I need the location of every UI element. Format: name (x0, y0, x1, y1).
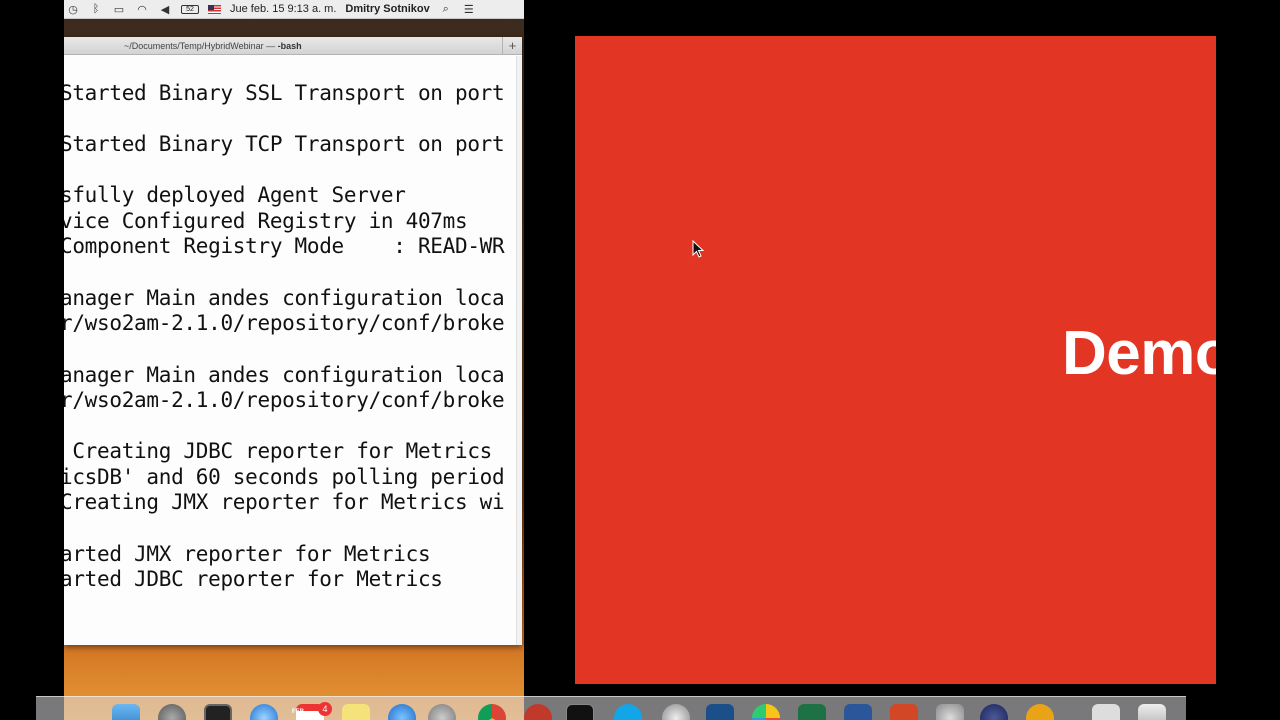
powerpoint-icon[interactable] (890, 704, 918, 720)
terminal-output[interactable]: Started Binary SSL Transport on port Sta… (64, 56, 516, 645)
finder-icon[interactable] (112, 704, 140, 720)
terminal-title: ~/Documents/Temp/HybridWebinar — -bash (124, 41, 302, 51)
menubar-user[interactable]: Dmitry Sotnikov (345, 3, 429, 15)
terminal-line: arted JDBC reporter for Metrics (64, 567, 443, 591)
terminal-line: Component Registry Mode : READ-WR (64, 234, 505, 258)
excel-icon[interactable] (798, 704, 826, 720)
documents-folder-icon[interactable] (1092, 704, 1120, 720)
terminal-line: vice Configured Registry in 407ms (64, 209, 468, 233)
slide-title: Demo (1062, 319, 1216, 388)
menu-bar: ◷ ᛒ ▭ ◠ ◀ 52 Jue feb. 15 9:13 a. m. Dmit… (64, 0, 524, 19)
terminal-line: sfully deployed Agent Server (64, 183, 406, 207)
preview-app-icon[interactable] (936, 704, 964, 720)
mouse-cursor-icon (692, 240, 704, 258)
display-icon[interactable]: ▭ (112, 2, 126, 16)
battery-icon[interactable]: 52 (181, 4, 199, 14)
terminal-line: Creating JMX reporter for Metrics wi (64, 490, 505, 514)
terminal-title-command: -bash (277, 41, 302, 51)
volume-icon[interactable]: ◀ (158, 2, 172, 16)
terminal-window[interactable]: ~/Documents/Temp/HybridWebinar — -bash +… (64, 37, 522, 645)
notification-center-icon[interactable]: ☰ (462, 2, 476, 16)
input-source-flag-icon[interactable] (208, 4, 221, 14)
notes-icon[interactable] (342, 704, 370, 720)
terminal-line: r/wso2am-2.1.0/repository/conf/broke (64, 311, 505, 335)
presentation-slide[interactable]: Demo (575, 36, 1216, 684)
spotlight-search-icon[interactable]: ⌕ (439, 2, 453, 16)
calendar-month: FEB (292, 709, 304, 715)
terminal-titlebar[interactable]: ~/Documents/Temp/HybridWebinar — -bash + (64, 37, 522, 55)
terminal-line: anager Main andes configuration loca (64, 363, 505, 387)
calendar-badge: 4 (318, 702, 332, 716)
terminal-line: Started Binary SSL Transport on port (64, 81, 505, 105)
terminal-line: Creating JDBC reporter for Metrics (64, 439, 493, 463)
wifi-icon[interactable]: ◠ (135, 2, 149, 16)
terminal-line: r/wso2am-2.1.0/repository/conf/broke (64, 388, 505, 412)
screen: ◷ ᛒ ▭ ◠ ◀ 52 Jue feb. 15 9:13 a. m. Dmit… (0, 0, 1280, 720)
bluetooth-icon[interactable]: ᛒ (89, 2, 103, 16)
new-tab-button[interactable]: + (502, 37, 522, 55)
terminal-line: icsDB' and 60 seconds polling period (64, 465, 505, 489)
terminal-line: anager Main andes configuration loca (64, 286, 505, 310)
terminal-line: Started Binary TCP Transport on port (64, 132, 505, 156)
activity-monitor-icon[interactable] (204, 704, 232, 720)
word-icon[interactable] (844, 704, 872, 720)
mac-desktop: ◷ ᛒ ▭ ◠ ◀ 52 Jue feb. 15 9:13 a. m. Dmit… (64, 0, 524, 720)
terminal-scrollbar[interactable] (516, 56, 522, 645)
terminal-icon[interactable] (566, 704, 594, 720)
menubar-datetime[interactable]: Jue feb. 15 9:13 a. m. (230, 3, 336, 15)
music-icon[interactable] (706, 704, 734, 720)
clock-icon[interactable]: ◷ (66, 2, 80, 16)
terminal-line: arted JMX reporter for Metrics (64, 542, 431, 566)
terminal-title-path: ~/Documents/Temp/HybridWebinar — (124, 41, 278, 51)
trash-icon[interactable] (1138, 704, 1166, 720)
